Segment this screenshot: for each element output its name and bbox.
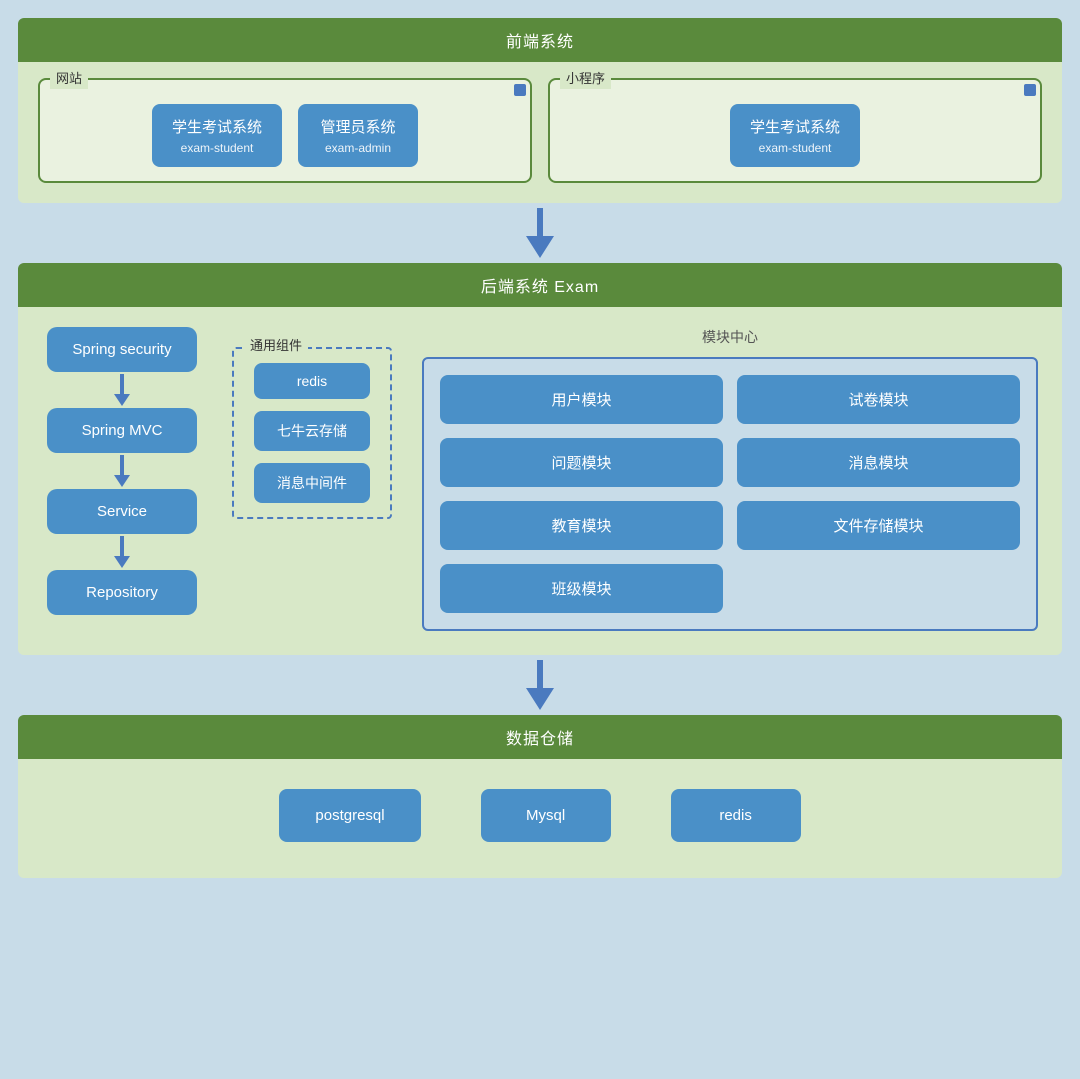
common-label: 通用组件: [244, 335, 308, 354]
db-postgresql: postgresql: [279, 789, 420, 842]
student-system-web-sub: exam-student: [172, 141, 262, 155]
admin-system: 管理员系统 exam-admin: [298, 104, 418, 167]
student-system-mini-sub: exam-student: [750, 141, 840, 155]
flow-arrow-2: [114, 455, 130, 487]
frontend-header: 前端系统: [18, 18, 1062, 62]
student-system-web: 学生考试系统 exam-student: [152, 104, 282, 167]
module-grid: 用户模块 试卷模块 问题模块 消息模块 教育模块 文件存储模块 班级模块: [440, 375, 1020, 613]
module-center-label: 模块中心: [422, 327, 1038, 347]
db-mysql: Mysql: [481, 789, 611, 842]
module-user: 用户模块: [440, 375, 723, 424]
student-system-web-name: 学生考试系统: [172, 116, 262, 137]
miniapp-label: 小程序: [560, 66, 611, 89]
backend-body: Spring security Spring MVC Service Repos…: [18, 307, 1062, 655]
flow-column: Spring security Spring MVC Service Repos…: [42, 327, 202, 615]
common-qiniu: 七牛云存储: [254, 411, 370, 451]
module-class: 班级模块: [440, 564, 723, 613]
admin-system-sub: exam-admin: [318, 141, 398, 155]
database-section: 数据仓储 postgresql Mysql redis: [18, 715, 1062, 878]
module-grid-wrapper: 用户模块 试卷模块 问题模块 消息模块 教育模块 文件存储模块 班级模块: [422, 357, 1038, 631]
miniapp-group: 小程序 学生考试系统 exam-student: [548, 78, 1042, 183]
corner-icon-mini: [1024, 84, 1036, 96]
common-mq: 消息中间件: [254, 463, 370, 503]
module-message: 消息模块: [737, 438, 1020, 487]
frontend-body: 网站 学生考试系统 exam-student 管理员系统 exam-admin …: [18, 62, 1062, 203]
backend-section: 后端系统 Exam Spring security Spring MVC Ser…: [18, 263, 1062, 655]
page-wrapper: 前端系统 网站 学生考试系统 exam-student 管理员系统 exam-a…: [18, 18, 1062, 878]
arrow-frontend-backend: [18, 203, 1062, 263]
module-center: 模块中心 用户模块 试卷模块 问题模块 消息模块 教育模块 文件存储模块 班级模…: [422, 327, 1038, 631]
flow-spring-mvc: Spring MVC: [47, 408, 197, 453]
module-education: 教育模块: [440, 501, 723, 550]
flow-arrow-1: [114, 374, 130, 406]
website-group: 网站 学生考试系统 exam-student 管理员系统 exam-admin: [38, 78, 532, 183]
module-question: 问题模块: [440, 438, 723, 487]
arrow-backend-database: [18, 655, 1062, 715]
db-redis: redis: [671, 789, 801, 842]
flow-service: Service: [47, 489, 197, 534]
student-system-mini-name: 学生考试系统: [750, 116, 840, 137]
common-components: 通用组件 redis 七牛云存储 消息中间件: [232, 347, 392, 519]
common-redis: redis: [254, 363, 370, 399]
frontend-section: 前端系统 网站 学生考试系统 exam-student 管理员系统 exam-a…: [18, 18, 1062, 203]
database-body: postgresql Mysql redis: [18, 759, 1062, 878]
corner-icon: [514, 84, 526, 96]
database-header: 数据仓储: [18, 715, 1062, 759]
flow-repository: Repository: [47, 570, 197, 615]
website-label: 网站: [50, 66, 88, 89]
backend-header: 后端系统 Exam: [18, 263, 1062, 307]
miniapp-systems: 学生考试系统 exam-student: [564, 104, 1026, 167]
module-filestorage: 文件存储模块: [737, 501, 1020, 550]
website-systems: 学生考试系统 exam-student 管理员系统 exam-admin: [54, 104, 516, 167]
flow-spring-security: Spring security: [47, 327, 197, 372]
flow-arrow-3: [114, 536, 130, 568]
student-system-mini: 学生考试系统 exam-student: [730, 104, 860, 167]
common-wrapper: 通用组件 redis 七牛云存储 消息中间件: [232, 327, 392, 519]
module-exam: 试卷模块: [737, 375, 1020, 424]
admin-system-name: 管理员系统: [318, 116, 398, 137]
